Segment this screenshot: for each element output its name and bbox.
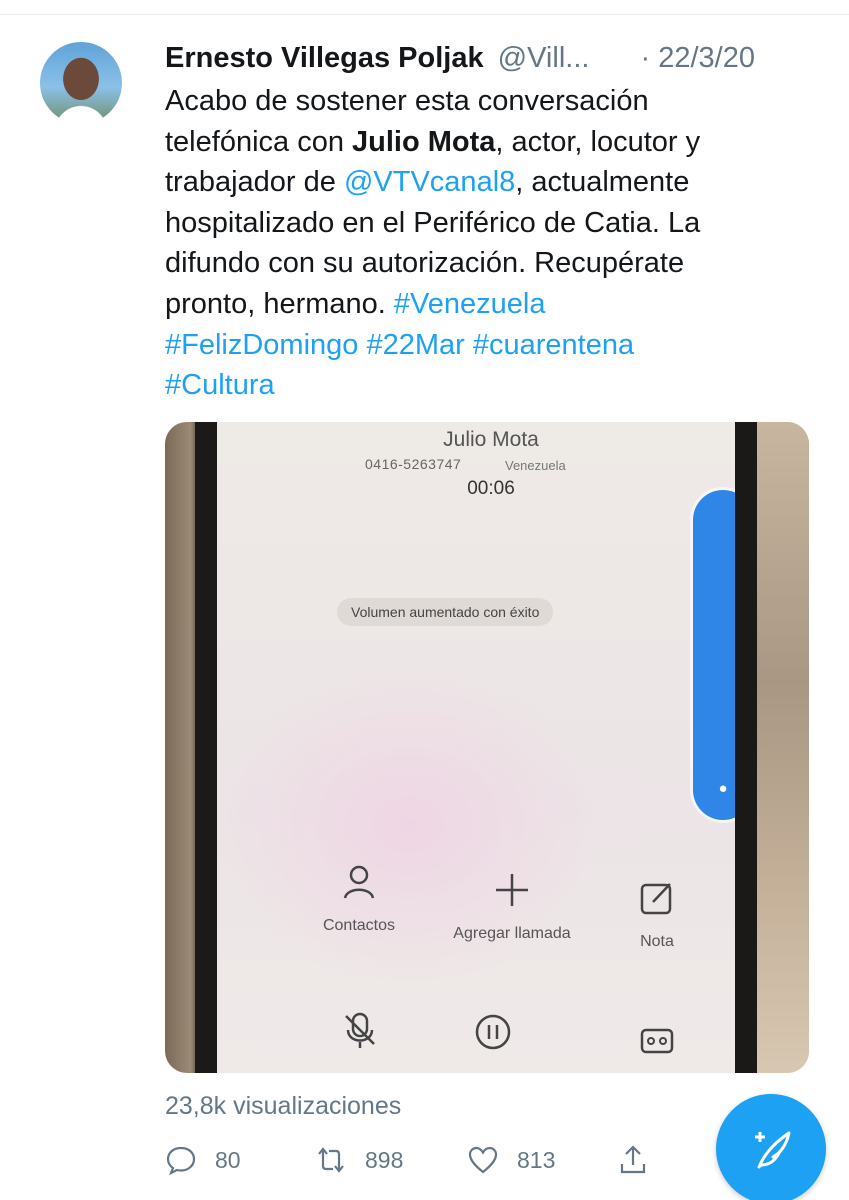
text-span: trabajador de bbox=[165, 166, 344, 199]
tweet-text-line: difundo con su autorización. Recupérate bbox=[165, 247, 685, 280]
reply-icon bbox=[166, 1146, 196, 1176]
record-action bbox=[617, 1020, 697, 1073]
reply-count: 80 bbox=[215, 1146, 241, 1173]
note-label: Nota bbox=[640, 933, 674, 950]
author-handle[interactable]: @Vill... bbox=[498, 42, 590, 74]
video-media[interactable]: Julio Mota 0416-5263747 Venezuela 00:06 … bbox=[165, 422, 809, 1073]
call-country: Venezuela bbox=[505, 458, 566, 473]
author-name[interactable]: Ernesto Villegas Poljak bbox=[165, 42, 484, 74]
like-count: 813 bbox=[517, 1146, 556, 1173]
pause-icon bbox=[443, 1012, 543, 1061]
tweet-date[interactable]: · 22/3/20 bbox=[641, 38, 755, 78]
tweet-text-line: Acabo de sostener esta conversación bbox=[165, 85, 649, 117]
mic-off-icon bbox=[315, 1010, 405, 1059]
tweet-text-line: telefónica con Julio Mota, actor, locuto… bbox=[165, 122, 805, 163]
hashtag-link[interactable]: #22Mar bbox=[366, 329, 464, 361]
like-icon bbox=[468, 1146, 498, 1174]
view-count: 23,8k visualizaciones bbox=[165, 1092, 402, 1120]
hashtag-link[interactable]: #FelizDomingo bbox=[165, 329, 358, 361]
add-call-label: Agregar llamada bbox=[453, 925, 571, 942]
call-contact-name: Julio Mota bbox=[443, 428, 539, 451]
share-icon bbox=[620, 1145, 646, 1174]
compose-tweet-button[interactable] bbox=[716, 1094, 826, 1200]
note-action: Nota bbox=[607, 878, 707, 951]
share-button[interactable] bbox=[617, 1140, 667, 1180]
text-span: pronto, hermano. bbox=[165, 287, 394, 320]
tweet-header: Ernesto Villegas Poljak @Vill... · 22/3/… bbox=[165, 38, 785, 78]
text-span: , actor, locutor y bbox=[495, 125, 701, 158]
voicemail-icon bbox=[617, 1020, 697, 1069]
retweet-button[interactable]: 898 bbox=[315, 1140, 403, 1180]
contacts-action: Contactos bbox=[299, 862, 419, 935]
tweet-text-line: trabajador de @VTVcanal8, actualmente bbox=[165, 162, 805, 203]
tweet-text-line: hospitalizado en el Periférico de Catia.… bbox=[165, 206, 701, 239]
top-divider bbox=[0, 14, 849, 15]
hold-action bbox=[443, 1012, 543, 1067]
reply-button[interactable]: 80 bbox=[165, 1140, 241, 1180]
author-avatar[interactable] bbox=[40, 42, 122, 124]
hand-thumb bbox=[757, 422, 809, 1073]
contacts-label: Contactos bbox=[322, 917, 396, 934]
hashtag-link[interactable]: #cuarentena bbox=[473, 329, 634, 361]
hashtag-link[interactable]: #Cultura bbox=[165, 369, 275, 401]
call-number: 0416-5263747 bbox=[365, 456, 462, 472]
add-call-action: Agregar llamada bbox=[432, 870, 592, 943]
text-span: , actualmente bbox=[515, 166, 690, 199]
tweet-text-line: #Cultura bbox=[165, 365, 805, 406]
phone-screen: Julio Mota 0416-5263747 Venezuela 00:06 … bbox=[217, 422, 765, 1073]
compose-tweet-icon bbox=[755, 1131, 791, 1169]
mention-link[interactable]: @VTVcanal8 bbox=[344, 166, 515, 198]
retweet-icon bbox=[318, 1147, 344, 1173]
volume-toast: Volumen aumentado con éxito bbox=[337, 598, 554, 626]
bold-name: Julio Mota bbox=[352, 125, 496, 158]
retweet-count: 898 bbox=[365, 1146, 404, 1173]
phone-bezel bbox=[195, 422, 219, 1073]
tweet-actions: 80 898 813 bbox=[165, 1140, 685, 1180]
tweet-text-line: #FelizDomingo #22Mar #cuarentena bbox=[165, 325, 805, 366]
tweet-text: Acabo de sostener esta conversación tele… bbox=[165, 81, 805, 406]
person-icon bbox=[299, 862, 419, 911]
tweet-text-line: pronto, hermano. #Venezuela bbox=[165, 284, 805, 325]
edit-note-icon bbox=[607, 878, 707, 927]
plus-icon bbox=[432, 870, 592, 919]
like-button[interactable]: 813 bbox=[467, 1140, 555, 1180]
mute-action bbox=[315, 1010, 405, 1065]
hashtag-link[interactable]: #Venezuela bbox=[394, 288, 546, 320]
text-span: telefónica con bbox=[165, 125, 353, 158]
call-timer: 00:06 bbox=[467, 478, 515, 499]
microphone-icon: ● bbox=[718, 780, 728, 797]
